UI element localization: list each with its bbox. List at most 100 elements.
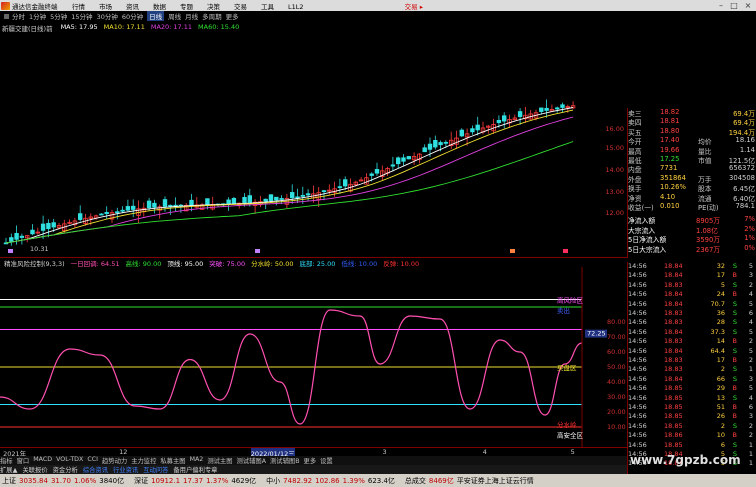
candle-body [544, 107, 549, 111]
indicator-tab[interactable]: MACD [33, 456, 52, 465]
indicator-tab[interactable]: 窗口 [17, 456, 30, 465]
info-tab[interactable]: 互动问答 [143, 465, 168, 474]
trade-side: S [732, 346, 737, 355]
period-tab[interactable]: 多周期 [202, 11, 222, 21]
trade-time: 14:56 [628, 262, 647, 270]
flow-pct: 0% [744, 243, 755, 252]
trade-side: S [732, 421, 737, 430]
info-tab[interactable]: 综合资讯 [83, 465, 108, 474]
candle-body [146, 200, 152, 209]
trade-time: 14:56 [628, 393, 647, 402]
index-name[interactable]: 中小 [266, 476, 280, 486]
period-tab[interactable]: 周线 [168, 11, 181, 21]
period-tab[interactable]: 日线 [147, 11, 165, 21]
candle-body [470, 128, 475, 133]
trade-price: 18.85 [664, 440, 683, 449]
date-label: 5 [570, 448, 575, 456]
indicator-value: 分水岭: 50.00 [251, 260, 294, 268]
period-tab[interactable]: 1分钟 [29, 11, 46, 21]
ma-value: MA60: 15.40 [198, 23, 240, 31]
candle-body [555, 107, 560, 110]
index-val: 8469亿 [428, 476, 454, 485]
maximize-icon[interactable]: □ [728, 0, 740, 11]
period-tab[interactable]: 30分钟 [97, 11, 118, 21]
period-tab[interactable]: 60分钟 [122, 11, 143, 21]
candle-body [295, 196, 300, 199]
candle-body [401, 157, 406, 162]
index-chg: 31.70 [50, 476, 71, 485]
menu-item[interactable]: 市场 [99, 3, 112, 11]
menu-item[interactable]: 行情 [72, 3, 85, 11]
indicator-tab[interactable]: 指标 [0, 456, 13, 465]
trade-row: 14:56 18.86 10 B 2 [628, 431, 756, 440]
index-name[interactable]: 总成交 [405, 476, 426, 486]
trade-row: 14:56 18.85 26 B 3 [628, 412, 756, 421]
flow-row: 大宗流入 1.08亿 2% [628, 225, 756, 235]
indicator-tab[interactable]: CCI [87, 456, 98, 465]
trade-menu-item[interactable]: 交易 ▸ [405, 1, 423, 11]
menu-item[interactable]: 数据 [153, 3, 166, 11]
trade-count: 3 [748, 374, 753, 383]
risk-indicator-chart[interactable]: 80.00 70.00 60.00 50.00 40.00 30.00 20.00 10.00… [0, 267, 627, 447]
candle-body [152, 202, 157, 208]
trade-row: 14:56 18.84 37.3 S 5 [628, 328, 756, 337]
indicator-tab[interactable]: VOL-TDX [56, 456, 83, 465]
panel-toggle-icon[interactable] [4, 13, 9, 19]
indicator-tab[interactable]: 更多 [304, 456, 317, 465]
info-tab[interactable]: 扩展▲ [0, 465, 17, 474]
candlestick-chart[interactable]: 10.31 [0, 33, 627, 257]
trade-time: 14:56 [628, 337, 647, 346]
menu-item[interactable]: 工具 [261, 3, 274, 11]
close-icon[interactable]: × [742, 0, 754, 11]
trade-side: B [732, 337, 737, 346]
quote-value: 351864 [660, 173, 686, 182]
quote-value: 4.10 [660, 192, 676, 201]
info-tab[interactable]: 行业资讯 [113, 465, 138, 474]
period-tab[interactable]: 5分钟 [50, 11, 67, 21]
title-bar: 通达信金融终端 行情 市场 资讯 数据 专题 决策 交易 工具 L1L2 交易 ▸ – □ × [0, 0, 756, 11]
zone-label: 分水岭 [557, 420, 577, 429]
menu-item[interactable]: 专题 [180, 3, 193, 11]
trade-volume: 5 [720, 280, 725, 289]
trade-side: B [732, 271, 737, 280]
indicator-tab[interactable]: 私募主图 [160, 456, 185, 465]
indicator-tab[interactable]: 测试辅图A [237, 456, 267, 465]
trade-side: B [732, 403, 737, 411]
candle-body [104, 212, 109, 215]
indicator-tab[interactable]: 测试主图 [207, 456, 232, 465]
indicator-tab[interactable]: MA2 [190, 456, 204, 465]
indicator-tab[interactable]: 设置 [320, 456, 333, 465]
candle-body [422, 147, 427, 153]
index-name[interactable]: 上证 [2, 476, 16, 486]
trade-side: S [732, 318, 737, 327]
info-tab[interactable]: 关联报价 [22, 465, 47, 474]
date-axis: 2021年 12 2022/01/12三 3 4 5 [0, 447, 627, 458]
indicator-tab[interactable]: 主力监控 [131, 456, 156, 465]
period-tab[interactable]: 分时 [12, 11, 25, 21]
indicator-tab[interactable]: 测试辅图B [270, 456, 300, 465]
candle-body [189, 199, 194, 206]
trade-side: B [732, 431, 737, 440]
info-tab[interactable]: 备用户偏利专章 [173, 465, 217, 474]
minimize-icon[interactable]: – [715, 0, 727, 11]
trade-price: 18.85 [664, 384, 683, 393]
trade-time: 14:56 [628, 346, 647, 355]
trade-count: 1 [748, 440, 753, 449]
index-name[interactable]: 深证 [134, 476, 148, 486]
period-tab[interactable]: 15分钟 [71, 11, 92, 21]
period-tab[interactable]: 月线 [185, 11, 198, 21]
info-tab[interactable]: 资金分析 [53, 465, 78, 474]
indicator-axis-label: 40.00 [607, 378, 626, 386]
main-menu: 行情 市场 资讯 数据 专题 决策 交易 工具 L1L2 [72, 1, 318, 11]
period-tab[interactable]: 更多 [226, 11, 239, 21]
menu-item[interactable]: L1L2 [288, 3, 304, 11]
menu-item[interactable]: 交易 [234, 3, 247, 11]
candle-body [51, 222, 56, 228]
indicator-tab[interactable]: 趋势动力 [102, 456, 127, 465]
candle-body [231, 197, 237, 204]
trade-row: 14:56 18.85 13 S 4 [628, 394, 756, 403]
menu-item[interactable]: 资讯 [126, 3, 139, 11]
menu-item[interactable]: 决策 [207, 3, 220, 11]
trade-volume: 13 [716, 393, 725, 402]
trade-count: 2 [748, 356, 753, 364]
